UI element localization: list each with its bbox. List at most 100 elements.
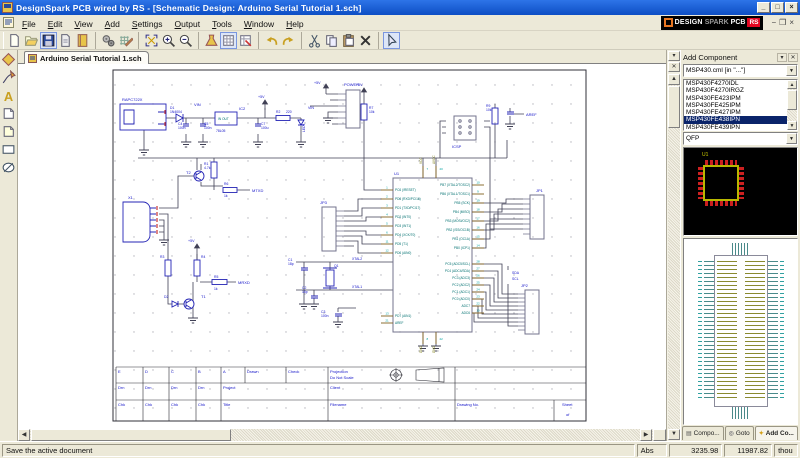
list-scroll-thumb[interactable] <box>787 90 797 110</box>
design-grid-icon[interactable] <box>237 32 254 49</box>
save-icon[interactable] <box>40 32 57 49</box>
text-tool-icon[interactable]: A <box>0 87 17 104</box>
component-list-item[interactable]: MSP430F4270IDL <box>684 80 788 87</box>
vscroll-track[interactable] <box>668 85 680 429</box>
horizontal-scrollbar[interactable]: ◀ ▶ <box>18 429 666 441</box>
component-list-scrollbar[interactable]: ▲ ▼ <box>787 80 797 130</box>
menu-item-window[interactable]: Window <box>238 17 280 31</box>
menu-item-tools[interactable]: Tools <box>206 17 238 31</box>
panel-tab-goto[interactable]: ◎Goto <box>725 426 754 440</box>
redo-icon[interactable] <box>280 32 297 49</box>
package-combobox-arrow-icon[interactable]: ▼ <box>786 133 797 144</box>
resize-gripper[interactable] <box>653 429 666 441</box>
panel-header-close-button[interactable]: ✕ <box>788 53 798 62</box>
svg-text:AVCC: AVCC <box>432 155 436 164</box>
menu-item-output[interactable]: Output <box>169 17 207 31</box>
scroll-right-button[interactable]: ▶ <box>640 429 652 441</box>
svg-text:PB1 (OC1A): PB1 (OC1A) <box>452 237 470 241</box>
component-list-item[interactable]: MSP430FE425IPM <box>684 102 788 109</box>
pour-flask-icon[interactable] <box>203 32 220 49</box>
menu-item-help[interactable]: Help <box>280 17 309 31</box>
maximize-button[interactable]: □ <box>771 2 784 13</box>
copy-icon[interactable] <box>323 32 340 49</box>
menu-item-edit[interactable]: Edit <box>42 17 69 31</box>
panel-menu-button[interactable]: ▾ <box>777 53 787 62</box>
component-list-item[interactable]: MSP430FE423IPM <box>684 95 788 102</box>
svg-text:U1: U1 <box>394 171 400 176</box>
new-document-icon[interactable] <box>6 32 23 49</box>
undo-icon[interactable] <box>263 32 280 49</box>
svg-text:1k: 1k <box>214 287 218 291</box>
shape-a-icon[interactable] <box>0 105 17 122</box>
list-scroll-down-icon[interactable]: ▼ <box>787 121 797 130</box>
delete-icon[interactable] <box>357 32 374 49</box>
symbol-pins-right <box>768 261 778 401</box>
panel-close-button[interactable]: ✕ <box>668 62 680 72</box>
svg-text:Projection: Projection <box>330 369 348 374</box>
zoom-extents-icon[interactable] <box>143 32 160 49</box>
svg-text:PC1 (ADC1): PC1 (ADC1) <box>452 290 470 294</box>
library-icon[interactable] <box>74 32 91 49</box>
mdi-minimize-button[interactable]: − <box>771 18 776 28</box>
svg-text:T1: T1 <box>201 294 206 299</box>
wire-tool-icon[interactable] <box>0 69 17 86</box>
grid-toggle-icon[interactable] <box>220 32 237 49</box>
mdi-restore-button[interactable]: ❒ <box>779 18 786 28</box>
panel-tab-compo[interactable]: ▤Compo... <box>682 426 724 440</box>
open-folder-icon[interactable] <box>23 32 40 49</box>
component-list-item[interactable]: MSP430FE439IPN <box>684 124 788 131</box>
menu-item-settings[interactable]: Settings <box>126 17 169 31</box>
logo-brand2: SPARK <box>705 19 729 26</box>
close-document-icon[interactable] <box>57 32 74 49</box>
vertical-scrollbar[interactable]: ▾ ✕ ▲ ▼ <box>666 50 680 441</box>
svg-text:T2: T2 <box>186 170 191 175</box>
svg-text:11: 11 <box>385 240 388 244</box>
svg-text:Chk: Chk <box>171 402 178 407</box>
symbol-pin-names-right <box>745 261 765 401</box>
rect-tool-icon[interactable] <box>0 141 17 158</box>
minimize-button[interactable]: _ <box>757 2 770 13</box>
symbol-pins-bottom <box>732 407 748 419</box>
library-combobox[interactable]: MSP430.cml [in "..."] ▼ <box>683 64 798 77</box>
component-list-item[interactable]: MSP430FE427IPM <box>684 109 788 116</box>
component-list[interactable]: MSP430F4270IDLMSP430F4270IRGZMSP430FE423… <box>683 79 798 131</box>
svg-text:+5V: +5V <box>188 239 195 243</box>
shape-b-icon[interactable] <box>0 123 17 140</box>
library-combobox-arrow-icon[interactable]: ▼ <box>786 65 797 76</box>
component-icon[interactable] <box>0 51 17 68</box>
zoom-out-icon[interactable] <box>177 32 194 49</box>
close-button[interactable]: × <box>785 2 798 13</box>
paste-icon[interactable] <box>340 32 357 49</box>
vscroll-thumb[interactable] <box>668 86 680 128</box>
edit-grid-icon[interactable] <box>117 32 134 49</box>
svg-text:JP1: JP1 <box>536 188 544 193</box>
menu-item-view[interactable]: View <box>68 17 98 31</box>
tab-arduino-serial-tutorial[interactable]: Arduino Serial Tutorial 1.sch <box>24 51 149 64</box>
settings-gears-icon[interactable] <box>100 32 117 49</box>
ellipse-tool-icon[interactable] <box>0 159 17 176</box>
menu-item-file[interactable]: File <box>16 17 42 31</box>
component-list-item[interactable]: MSP430F4270IRGZ <box>684 87 788 94</box>
svg-text:PD3 (INT1): PD3 (INT1) <box>395 224 411 228</box>
zoom-in-icon[interactable] <box>160 32 177 49</box>
cursor-x: 3235.98 <box>669 444 723 457</box>
scroll-up-button[interactable]: ▲ <box>668 74 680 85</box>
svg-text:1k: 1k <box>224 194 228 198</box>
mdi-close-button[interactable]: × <box>789 18 794 28</box>
component-list-item[interactable]: MSP430FE438IPN <box>684 116 788 123</box>
scroll-left-button[interactable]: ◀ <box>18 429 30 441</box>
select-cursor-icon[interactable] <box>383 32 400 49</box>
svg-text:18p: 18p <box>302 290 308 294</box>
hscroll-thumb[interactable] <box>31 429 231 441</box>
menu-item-add[interactable]: Add <box>99 17 126 31</box>
list-scroll-up-icon[interactable]: ▲ <box>787 80 797 89</box>
document-menu-icon[interactable] <box>3 17 14 28</box>
schematic-canvas[interactable]: RAPC722XD11N4004VINC4100nC5100nIN OUTIC2… <box>18 64 666 429</box>
scroll-down-button[interactable]: ▼ <box>668 429 680 440</box>
panel-tab-addco[interactable]: ✦Add Co... <box>755 426 798 440</box>
symbol-preview <box>683 238 798 425</box>
package-combobox[interactable]: QFP ▼ <box>683 132 798 145</box>
cut-icon[interactable] <box>306 32 323 49</box>
panel-collapse-button[interactable]: ▾ <box>668 51 680 61</box>
menu-bar: FileEditViewAddSettingsOutputToolsWindow… <box>0 15 800 31</box>
